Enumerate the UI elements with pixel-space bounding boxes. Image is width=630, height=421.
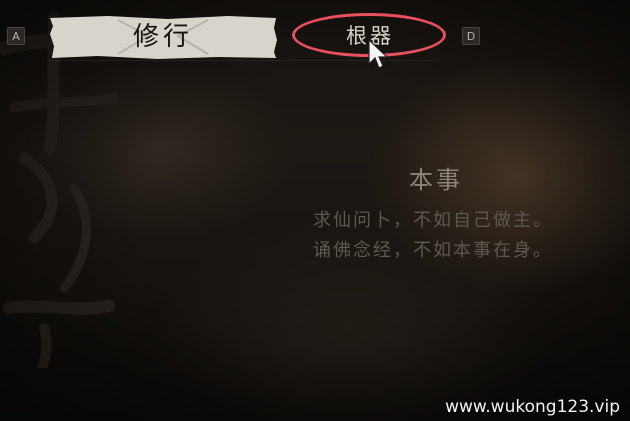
prev-tab-key-hint[interactable]: A	[7, 27, 25, 45]
tab-cultivation[interactable]: 修行	[48, 14, 278, 60]
ability-description-line-1: 求仙问卜，不如自己做主。	[313, 210, 553, 231]
next-tab-key-hint[interactable]: D	[462, 27, 480, 45]
tab-cultivation-label: 修行	[132, 22, 193, 52]
site-watermark: www.wukong123.vip	[445, 397, 620, 417]
ability-description-line-2: 诵佛念经，不如本事在身。	[313, 240, 553, 261]
ability-title: 本事	[409, 166, 463, 194]
calligraphy-background	[0, 12, 119, 368]
mouse-pointer-icon	[368, 38, 389, 69]
